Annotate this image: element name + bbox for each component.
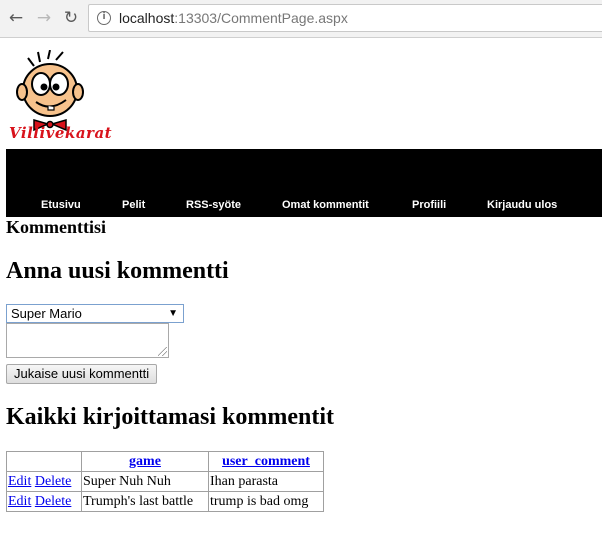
new-comment-heading: Anna uusi kommentti [6,258,229,284]
chevron-down-icon: ▼ [168,308,178,319]
game-select[interactable]: Super Mario ▼ [6,304,184,323]
edit-link[interactable]: Edit [8,474,31,489]
back-icon[interactable]: ← [6,8,26,28]
table-row: Edit Delete Trumph's last battle trump i… [6,491,324,512]
comment-textarea[interactable] [6,323,169,358]
row-actions: Edit Delete [6,471,82,492]
address-bar[interactable]: i localhost:13303/CommentPage.aspx [88,4,602,32]
reload-icon[interactable]: ↻ [61,8,81,28]
nav-rss[interactable]: RSS-syöte [186,199,241,211]
url-text: localhost:13303/CommentPage.aspx [119,10,348,26]
main-navbar: Etusivu Pelit RSS-syöte Omat kommentit P… [6,149,602,217]
cell-game: Trumph's last battle [81,491,209,512]
table-header-comment: user_comment [208,451,324,472]
table-header-game: game [81,451,209,472]
nav-etusivu[interactable]: Etusivu [41,199,81,211]
nav-pelit[interactable]: Pelit [122,199,145,211]
forward-icon[interactable]: → [34,8,54,28]
all-comments-heading: Kaikki kirjoittamasi kommentit [6,404,334,430]
game-select-value: Super Mario [11,306,82,321]
cell-comment: Ihan parasta [208,471,324,492]
delete-link[interactable]: Delete [35,474,72,489]
logo-text: Villivekarat [9,124,113,142]
sort-comment-link[interactable]: user_comment [222,454,310,469]
table-header-actions [6,451,82,472]
nav-kirjaudu-ulos[interactable]: Kirjaudu ulos [487,199,557,211]
resize-grip-icon[interactable] [158,347,167,356]
sort-game-link[interactable]: game [129,454,161,469]
browser-toolbar: ← → ↻ i localhost:13303/CommentPage.aspx [0,0,602,38]
info-icon[interactable]: i [97,11,111,25]
row-actions: Edit Delete [6,491,82,512]
submit-comment-button[interactable]: Jukaise uusi kommentti [6,364,158,384]
cell-comment: trump is bad omg [208,491,324,512]
table-row: Edit Delete Super Nuh Nuh Ihan parasta [6,471,324,492]
page-title: Kommenttisi [6,217,106,237]
table-header-row: game user_comment [6,451,324,472]
cell-game: Super Nuh Nuh [81,471,209,492]
comments-table: game user_comment Edit Delete Super Nuh … [6,451,324,512]
nav-profiili[interactable]: Profiili [412,199,446,211]
nav-omat-kommentit[interactable]: Omat kommentit [282,199,369,211]
edit-link[interactable]: Edit [8,494,31,509]
delete-link[interactable]: Delete [35,494,72,509]
